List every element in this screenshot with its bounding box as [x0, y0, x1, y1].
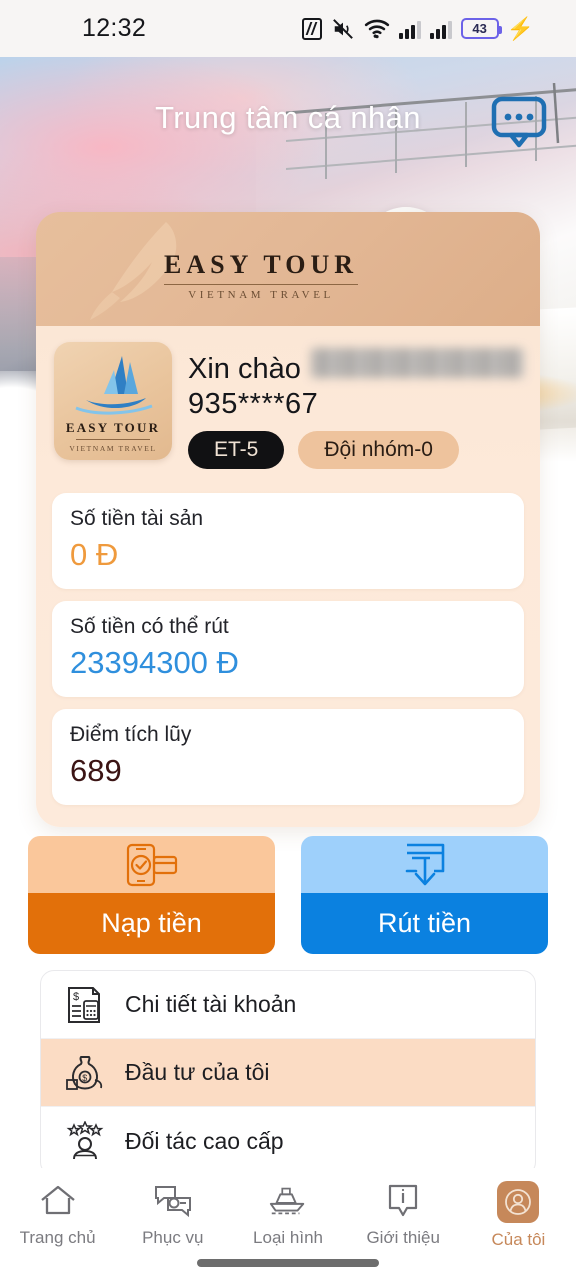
- withdraw-icon-area: [301, 836, 548, 893]
- deposit-icon-area: [28, 836, 275, 893]
- avatar-brand-tagline: VIETNAM TRAVEL: [69, 444, 157, 453]
- money-bag-icon: $: [63, 1051, 107, 1095]
- box-down-arrow-withdraw-icon: [405, 843, 444, 885]
- battery-level: 43: [472, 21, 487, 36]
- greeting-row: Xin chào: [188, 348, 524, 386]
- stat-card-points[interactable]: Điểm tích lũy 689: [52, 709, 524, 805]
- stat-card-assets[interactable]: Số tiền tài sản 0 Đ: [52, 493, 524, 589]
- signal-icon: [398, 19, 421, 39]
- menu-item-label: Chi tiết tài khoản: [125, 991, 297, 1017]
- support-chat-icon: [152, 1181, 194, 1221]
- status-badge: ET-5: [188, 431, 285, 469]
- nav-item-home[interactable]: Trang chủ: [0, 1181, 115, 1248]
- deposit-button[interactable]: Nạp tiền: [28, 836, 275, 954]
- svg-text:$: $: [82, 1073, 87, 1083]
- person-stars-icon: [63, 1119, 107, 1163]
- withdraw-label: Rút tiền: [301, 893, 548, 954]
- stat-value: 689: [70, 753, 122, 788]
- menu-item-premium-partner[interactable]: Đối tác cao cấp: [41, 1107, 535, 1175]
- user-avatar-icon: [497, 1181, 540, 1223]
- brand-tagline: VIETNAM TRAVEL: [188, 289, 334, 301]
- card-brand-header: EASY TOUR VIETNAM TRAVEL: [36, 212, 540, 326]
- account-menu-list: $ Chi tiết tài khoản $ Đầu tư của tôi Đố…: [40, 970, 536, 1176]
- charging-bolt-icon: ⚡: [506, 15, 534, 41]
- battery-icon: 43: [460, 18, 502, 39]
- nav-item-about[interactable]: Giới thiệu: [346, 1181, 461, 1248]
- chat-bubble-icon[interactable]: [490, 95, 548, 149]
- redacted-username: [310, 348, 524, 378]
- brand-name: EASY TOUR: [164, 250, 359, 285]
- menu-item-account-details[interactable]: $ Chi tiết tài khoản: [41, 971, 535, 1039]
- avatar[interactable]: EASY TOUR VIETNAM TRAVEL: [54, 342, 172, 460]
- nav-item-label: Loại hình: [253, 1228, 323, 1247]
- team-badge: Đội nhóm-0: [298, 431, 459, 469]
- mute-icon: [332, 18, 353, 39]
- stat-card-withdrawable[interactable]: Số tiền có thể rút 23394300 Đ: [52, 601, 524, 697]
- app-screen: 12:32 43 ⚡ Trung tâm cá nhân EASY TOUR V…: [0, 0, 576, 1280]
- nav-item-categories[interactable]: Loại hình: [230, 1181, 345, 1248]
- avatar-divider: [76, 439, 150, 440]
- bottom-navigation: Trang chủ Phục vụ Loại hình Giới thiệu C…: [0, 1168, 576, 1280]
- signal-icon: [429, 19, 452, 39]
- profile-row: EASY TOUR VIETNAM TRAVEL Xin chào 935***…: [52, 340, 524, 481]
- stat-value: 0 Đ: [70, 537, 119, 572]
- nav-item-label: Phục vụ: [142, 1228, 204, 1247]
- stat-label: Số tiền tài sản: [70, 507, 204, 530]
- stat-label: Số tiền có thể rút: [70, 615, 229, 638]
- svg-text:$: $: [73, 991, 79, 1003]
- sailboat-logo-icon: [75, 356, 153, 415]
- account-card: EASY TOUR VIETNAM TRAVEL EASY TOUR VIETN…: [36, 212, 540, 827]
- menu-item-label: Đầu tư của tôi: [125, 1059, 270, 1085]
- badge-row: ET-5 Đội nhóm-0: [188, 431, 524, 469]
- greeting-text: Xin chào: [188, 353, 301, 385]
- nav-item-label: Giới thiệu: [366, 1228, 440, 1247]
- avatar-brand-name: EASY TOUR: [65, 420, 161, 435]
- nav-item-label: Của tôi: [491, 1230, 546, 1249]
- withdraw-button[interactable]: Rút tiền: [301, 836, 548, 954]
- info-icon: [382, 1181, 424, 1221]
- home-icon: [37, 1181, 79, 1221]
- menu-item-my-investment[interactable]: $ Đầu tư của tôi: [41, 1039, 535, 1107]
- ship-icon: [267, 1181, 309, 1221]
- deposit-label: Nạp tiền: [28, 893, 275, 954]
- stat-label: Điểm tích lũy: [70, 723, 192, 746]
- card-body: EASY TOUR VIETNAM TRAVEL Xin chào 935***…: [36, 326, 540, 827]
- status-bar: 12:32 43 ⚡: [0, 0, 576, 57]
- nav-item-services[interactable]: Phục vụ: [115, 1181, 230, 1248]
- phone-card-deposit-icon: [126, 843, 177, 886]
- home-indicator: [197, 1259, 379, 1267]
- profile-info: Xin chào 935****67 ET-5 Đội nhóm-0: [188, 342, 524, 469]
- menu-item-label: Đối tác cao cấp: [125, 1127, 284, 1154]
- wifi-icon: [364, 19, 389, 38]
- card-brand-text: EASY TOUR VIETNAM TRAVEL: [164, 250, 359, 301]
- status-time: 12:32: [82, 14, 147, 42]
- action-button-row: Nạp tiền Rút tiền: [28, 836, 548, 954]
- phone-number: 935****67: [188, 388, 319, 420]
- nav-item-profile[interactable]: Của tôi: [461, 1181, 576, 1250]
- status-icon-group: 43 ⚡: [301, 15, 534, 41]
- nav-item-label: Trang chủ: [19, 1228, 96, 1247]
- invoice-calculator-icon: $: [63, 983, 107, 1027]
- stat-value: 23394300 Đ: [70, 645, 239, 680]
- nfc-icon: [301, 17, 322, 40]
